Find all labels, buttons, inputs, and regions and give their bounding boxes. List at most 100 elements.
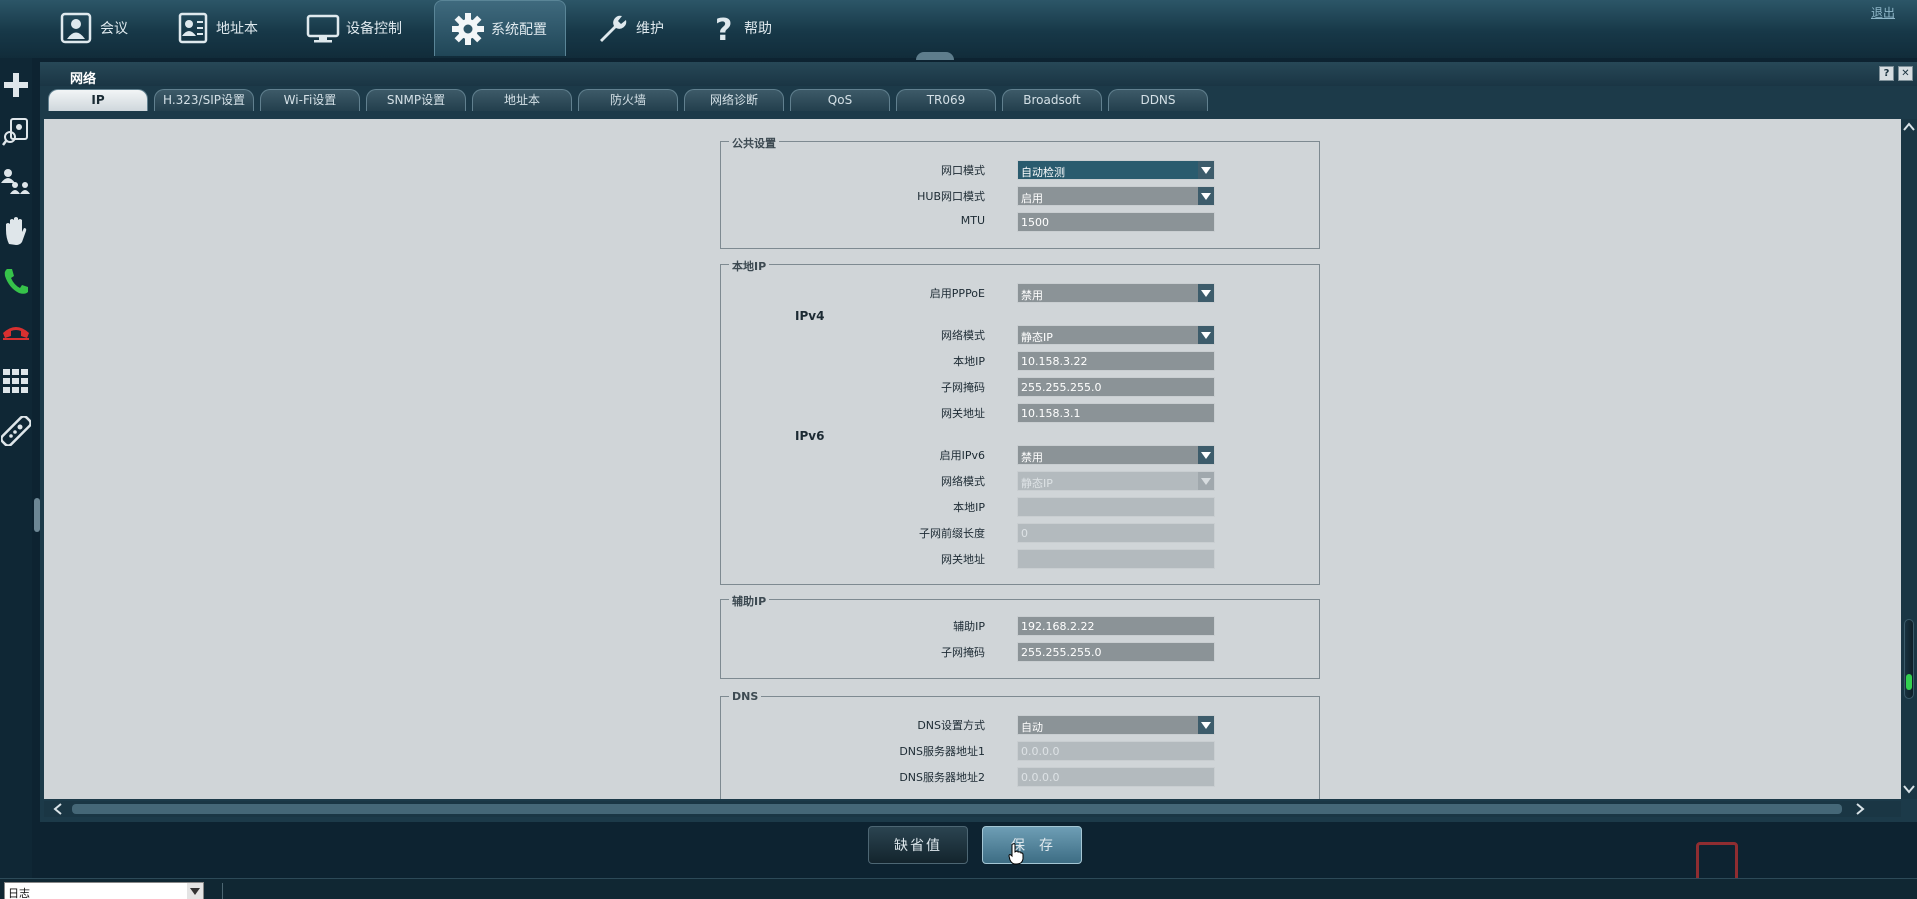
panel-close-button[interactable]: ✕ xyxy=(1898,66,1913,81)
ipv4-ip-row: 本地IP 10.158.3.22 xyxy=(721,351,1321,371)
hangup-button[interactable] xyxy=(0,312,32,350)
dns-mode-select[interactable]: 自动 xyxy=(1017,715,1215,735)
ipv6-prefix-row: 子网前缀长度 0 xyxy=(721,523,1321,543)
ipv6-gateway-row: 网关地址 xyxy=(721,549,1321,569)
nav-meeting-label: 会议 xyxy=(100,21,128,37)
chevron-down-icon xyxy=(1198,161,1214,179)
ip-settings-content: 公共设置 网口模式 自动检测 HUB网口模式 启用 MTU 1500 本地IP … xyxy=(44,119,1901,799)
ipv6-heading: IPv6 xyxy=(795,429,825,443)
logout-link[interactable]: 退出 xyxy=(1871,4,1895,21)
group-icon xyxy=(1,169,30,194)
tab-qos[interactable]: QoS xyxy=(790,89,890,111)
remote-icon xyxy=(1,416,31,446)
chevron-down-icon xyxy=(187,883,203,899)
ipv6-mode-row: 网络模式 静态IP xyxy=(721,471,1321,491)
nav-help[interactable]: ? 帮助 xyxy=(696,0,790,56)
chevron-down-icon xyxy=(1198,472,1214,490)
dialpad-button[interactable] xyxy=(0,362,32,400)
common-settings-legend: 公共设置 xyxy=(729,135,779,151)
tab-wifi[interactable]: Wi-Fi设置 xyxy=(260,89,360,111)
horizontal-scroll-thumb[interactable] xyxy=(72,804,1842,814)
add-call-button[interactable] xyxy=(0,66,32,104)
dns-server1-row: DNS服务器地址1 0.0.0.0 xyxy=(721,741,1321,761)
tab-broadsoft[interactable]: Broadsoft xyxy=(1002,89,1102,111)
scroll-left-icon[interactable] xyxy=(52,803,64,815)
nav-system-config[interactable]: 系统配置 xyxy=(434,0,566,56)
ipv4-gateway-input[interactable]: 10.158.3.1 xyxy=(1017,403,1215,423)
call-button[interactable] xyxy=(0,262,32,300)
ipv6-ip-label: 本地IP xyxy=(953,501,985,514)
ipv6-mode-label: 网络模式 xyxy=(941,475,985,488)
port-mode-label: 网口模式 xyxy=(941,164,985,177)
port-mode-row: 网口模式 自动检测 xyxy=(721,160,1321,180)
pppoe-select[interactable]: 禁用 xyxy=(1017,283,1215,303)
nav-contacts[interactable]: 地址本 xyxy=(160,0,276,56)
ipv4-mask-label: 子网掩码 xyxy=(941,381,985,394)
nav-collapse-handle[interactable] xyxy=(916,52,954,60)
dns-legend: DNS xyxy=(729,690,762,703)
tab-ddns[interactable]: DDNS xyxy=(1108,89,1208,111)
hub-mode-label: HUB网口模式 xyxy=(917,190,985,203)
save-button[interactable]: 保存 xyxy=(982,826,1082,864)
ipv6-gateway-input[interactable] xyxy=(1017,549,1215,569)
hub-mode-select[interactable]: 启用 xyxy=(1017,186,1215,206)
aux-ip-label: 辅助IP xyxy=(953,620,985,633)
hub-mode-row: HUB网口模式 启用 xyxy=(721,186,1321,206)
top-navigation-bar: 会议 地址本 设备控制 系统配置 维护 ? 帮助 退出 xyxy=(0,0,1917,60)
common-settings-group: 公共设置 网口模式 自动检测 HUB网口模式 启用 MTU 1500 xyxy=(720,135,1321,249)
scroll-down-icon[interactable] xyxy=(1903,783,1915,795)
panel-window-buttons: ? ✕ xyxy=(1879,66,1913,81)
ipv4-ip-input[interactable]: 10.158.3.22 xyxy=(1017,351,1215,371)
tab-tr069[interactable]: TR069 xyxy=(896,89,996,111)
network-settings-panel: 网络 ? ✕ IP H.323/SIP设置 Wi-Fi设置 SNMP设置 地址本… xyxy=(40,62,1917,822)
log-select[interactable]: 日志 xyxy=(4,882,204,899)
tab-ip[interactable]: IP xyxy=(48,89,148,111)
ipv6-mode-select[interactable]: 静态IP xyxy=(1017,471,1215,491)
nav-maintenance[interactable]: 维护 xyxy=(580,0,682,56)
restore-default-button[interactable]: 缺省值 xyxy=(868,826,968,864)
monitor-icon xyxy=(306,14,340,43)
participants-button[interactable] xyxy=(0,162,32,200)
panel-help-button[interactable]: ? xyxy=(1879,66,1894,81)
ipv6-enable-select[interactable]: 禁用 xyxy=(1017,445,1215,465)
ipv4-heading: IPv4 xyxy=(795,309,825,323)
hand-cursor-icon xyxy=(1008,843,1024,865)
form-actions: 缺省值 保存 xyxy=(868,826,1082,864)
ipv6-enable-value: 禁用 xyxy=(1021,451,1043,464)
dns-group: DNS DNS设置方式 自动 DNS服务器地址1 0.0.0.0 DNS服务器地… xyxy=(720,690,1321,799)
dns-server1-input[interactable]: 0.0.0.0 xyxy=(1017,741,1215,761)
dns-server2-input[interactable]: 0.0.0.0 xyxy=(1017,767,1215,787)
tab-network-diagnostics[interactable]: 网络诊断 xyxy=(684,89,784,111)
scroll-up-icon[interactable] xyxy=(1903,121,1915,133)
port-mode-select[interactable]: 自动检测 xyxy=(1017,160,1215,180)
vertical-scrollbar[interactable] xyxy=(1901,119,1917,799)
mtu-label: MTU xyxy=(960,214,985,227)
ipv4-mode-row: 网络模式 静态IP xyxy=(721,325,1321,345)
mtu-input[interactable]: 1500 xyxy=(1017,212,1215,232)
raise-hand-button[interactable] xyxy=(0,212,32,250)
tab-snmp[interactable]: SNMP设置 xyxy=(366,89,466,111)
tab-h323-sip[interactable]: H.323/SIP设置 xyxy=(154,89,254,111)
horizontal-scrollbar[interactable] xyxy=(44,801,1901,817)
ipv6-ip-input[interactable] xyxy=(1017,497,1215,517)
ipv4-mask-row: 子网掩码 255.255.255.0 xyxy=(721,377,1321,397)
aux-ip-input[interactable]: 192.168.2.22 xyxy=(1017,616,1215,636)
watermark-seal-icon xyxy=(1696,842,1738,882)
tab-firewall[interactable]: 防火墙 xyxy=(578,89,678,111)
search-contact-button[interactable] xyxy=(0,113,32,151)
nav-device-control[interactable]: 设备控制 xyxy=(290,0,420,56)
ipv4-mask-input[interactable]: 255.255.255.0 xyxy=(1017,377,1215,397)
quick-action-sidebar xyxy=(0,58,32,878)
question-icon: ? xyxy=(715,13,732,44)
ipv6-enable-label: 启用IPv6 xyxy=(939,449,985,462)
ipv4-mode-select[interactable]: 静态IP xyxy=(1017,325,1215,345)
nav-help-label: 帮助 xyxy=(744,21,772,37)
nav-meeting[interactable]: 会议 xyxy=(44,0,146,56)
ipv6-gateway-label: 网关地址 xyxy=(941,553,985,566)
tab-address-book[interactable]: 地址本 xyxy=(472,89,572,111)
remote-control-button[interactable] xyxy=(0,412,32,450)
ipv6-prefix-input[interactable]: 0 xyxy=(1017,523,1215,543)
aux-mask-input[interactable]: 255.255.255.0 xyxy=(1017,642,1215,662)
local-ip-legend: 本地IP xyxy=(729,258,770,274)
scroll-right-icon[interactable] xyxy=(1854,803,1866,815)
